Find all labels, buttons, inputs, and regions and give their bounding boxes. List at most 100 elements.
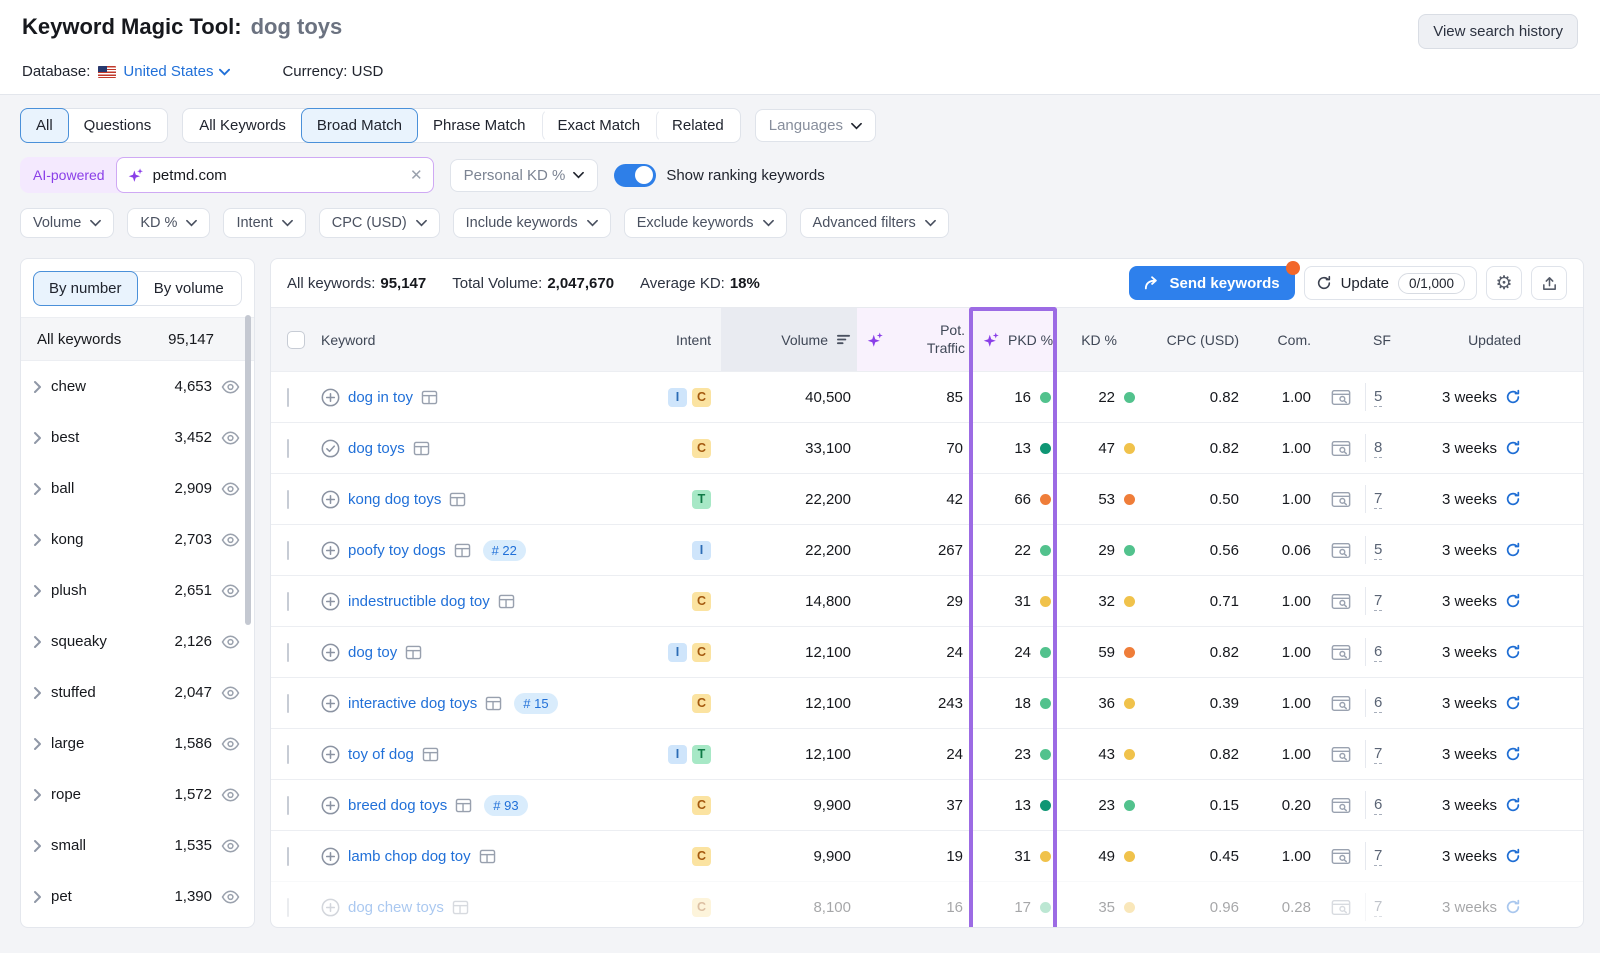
row-checkbox[interactable]	[287, 745, 289, 764]
add-keyword-icon[interactable]	[321, 847, 340, 866]
eye-icon[interactable]	[221, 737, 240, 751]
tab-questions[interactable]: Questions	[68, 109, 168, 142]
sf-value[interactable]: 6	[1374, 643, 1382, 662]
serp-features-icon[interactable]	[452, 900, 469, 915]
row-checkbox[interactable]	[287, 796, 289, 815]
refresh-icon[interactable]	[1505, 746, 1521, 762]
keyword-link[interactable]: toy of dog	[348, 746, 414, 763]
serp-features-icon[interactable]	[455, 798, 472, 813]
filter-advanced-filters[interactable]: Advanced filters	[800, 208, 949, 238]
serp-preview-icon[interactable]	[1331, 695, 1351, 712]
col-updated[interactable]: Updated	[1405, 308, 1567, 371]
keyword-link[interactable]: lamb chop dog toy	[348, 848, 471, 865]
keyword-link[interactable]: interactive dog toys	[348, 695, 477, 712]
keyword-link[interactable]: kong dog toys	[348, 491, 441, 508]
sidebar-group-small[interactable]: small1,535	[21, 820, 254, 871]
tab-broad-match[interactable]: Broad Match	[301, 108, 418, 143]
col-cpc[interactable]: CPC (USD)	[1141, 308, 1245, 371]
keyword-link[interactable]: dog toys	[348, 440, 405, 457]
languages-dropdown[interactable]: Languages	[755, 109, 876, 142]
refresh-icon[interactable]	[1505, 491, 1521, 507]
add-keyword-icon[interactable]	[321, 898, 340, 917]
filter-kd[interactable]: KD %	[127, 208, 210, 238]
keyword-link[interactable]: breed dog toys	[348, 797, 447, 814]
sidebar-all-keywords-row[interactable]: All keywords 95,147	[21, 317, 254, 361]
keyword-link[interactable]: dog toy	[348, 644, 397, 661]
serp-features-icon[interactable]	[421, 390, 438, 405]
row-checkbox[interactable]	[287, 694, 289, 713]
serp-features-icon[interactable]	[449, 492, 466, 507]
add-keyword-icon[interactable]	[321, 643, 340, 662]
tab-all-keywords[interactable]: All Keywords	[183, 109, 302, 142]
sidebar-group-stuffed[interactable]: stuffed2,047	[21, 667, 254, 718]
sidebar-group-squeaky[interactable]: squeaky2,126	[21, 616, 254, 667]
filter-exclude-keywords[interactable]: Exclude keywords	[624, 208, 787, 238]
col-pkd[interactable]: PKD %	[969, 308, 1057, 371]
sf-value[interactable]: 7	[1374, 490, 1382, 509]
tab-exact-match[interactable]: Exact Match	[542, 109, 657, 142]
sidebar-group-ball[interactable]: ball2,909	[21, 463, 254, 514]
eye-icon[interactable]	[221, 584, 240, 598]
keyword-link[interactable]: indestructible dog toy	[348, 593, 490, 610]
refresh-icon[interactable]	[1505, 797, 1521, 813]
serp-features-icon[interactable]	[413, 441, 430, 456]
sf-value[interactable]: 5	[1374, 388, 1382, 407]
add-keyword-icon[interactable]	[321, 592, 340, 611]
eye-icon[interactable]	[221, 380, 240, 394]
row-checkbox[interactable]	[287, 439, 289, 458]
serp-features-icon[interactable]	[405, 645, 422, 660]
sidebar-group-pet[interactable]: pet1,390	[21, 871, 254, 922]
eye-icon[interactable]	[221, 839, 240, 853]
add-keyword-icon[interactable]	[321, 388, 340, 407]
serp-preview-icon[interactable]	[1331, 899, 1351, 916]
filter-include-keywords[interactable]: Include keywords	[453, 208, 611, 238]
personal-kd-dropdown[interactable]: Personal KD %	[450, 159, 599, 192]
col-sf[interactable]: SF	[1365, 308, 1405, 371]
refresh-icon[interactable]	[1505, 695, 1521, 711]
eye-icon[interactable]	[221, 482, 240, 496]
sidebar-tab-by-volume[interactable]: By volume	[137, 272, 242, 305]
sidebar-tab-by-number[interactable]: By number	[33, 271, 138, 306]
refresh-icon[interactable]	[1505, 899, 1521, 915]
row-checkbox[interactable]	[287, 490, 289, 509]
add-keyword-icon[interactable]	[321, 490, 340, 509]
eye-icon[interactable]	[221, 890, 240, 904]
clear-search-icon[interactable]: ✕	[410, 166, 423, 184]
add-keyword-icon[interactable]	[321, 796, 340, 815]
serp-preview-icon[interactable]	[1331, 593, 1351, 610]
send-keywords-button[interactable]: Send keywords	[1129, 266, 1295, 300]
col-com[interactable]: Com.	[1245, 308, 1317, 371]
col-kd[interactable]: KD %	[1057, 308, 1141, 371]
settings-button[interactable]: ⚙	[1486, 266, 1522, 300]
refresh-icon[interactable]	[1505, 644, 1521, 660]
add-keyword-icon[interactable]	[321, 541, 340, 560]
sidebar-group-best[interactable]: best3,452	[21, 412, 254, 463]
serp-features-icon[interactable]	[479, 849, 496, 864]
sidebar-group-plush[interactable]: plush2,651	[21, 565, 254, 616]
add-keyword-icon[interactable]	[321, 694, 340, 713]
tab-related[interactable]: Related	[656, 109, 740, 142]
serp-preview-icon[interactable]	[1331, 644, 1351, 661]
row-checkbox[interactable]	[287, 898, 289, 917]
tab-phrase-match[interactable]: Phrase Match	[417, 109, 542, 142]
col-keyword[interactable]: Keyword	[321, 308, 631, 371]
sidebar-scrollbar[interactable]	[245, 315, 251, 625]
database-selector[interactable]: United States	[123, 63, 230, 80]
refresh-icon[interactable]	[1505, 593, 1521, 609]
col-volume[interactable]: Volume	[721, 308, 857, 371]
show-ranking-keywords-toggle[interactable]	[614, 164, 656, 187]
serp-preview-icon[interactable]	[1331, 491, 1351, 508]
row-checkbox[interactable]	[287, 847, 289, 866]
sf-value[interactable]: 7	[1374, 847, 1382, 866]
keyword-link[interactable]: dog chew toys	[348, 899, 444, 916]
filter-volume[interactable]: Volume	[20, 208, 114, 238]
tab-all[interactable]: All	[20, 108, 69, 143]
serp-features-icon[interactable]	[454, 543, 471, 558]
serp-preview-icon[interactable]	[1331, 440, 1351, 457]
eye-icon[interactable]	[221, 686, 240, 700]
col-pot-traffic[interactable]: Pot.Traffic	[857, 308, 969, 371]
keyword-search-input[interactable]	[153, 167, 402, 184]
check-circle-icon[interactable]	[321, 439, 340, 458]
filter-cpc-usd[interactable]: CPC (USD)	[319, 208, 440, 238]
add-keyword-icon[interactable]	[321, 745, 340, 764]
